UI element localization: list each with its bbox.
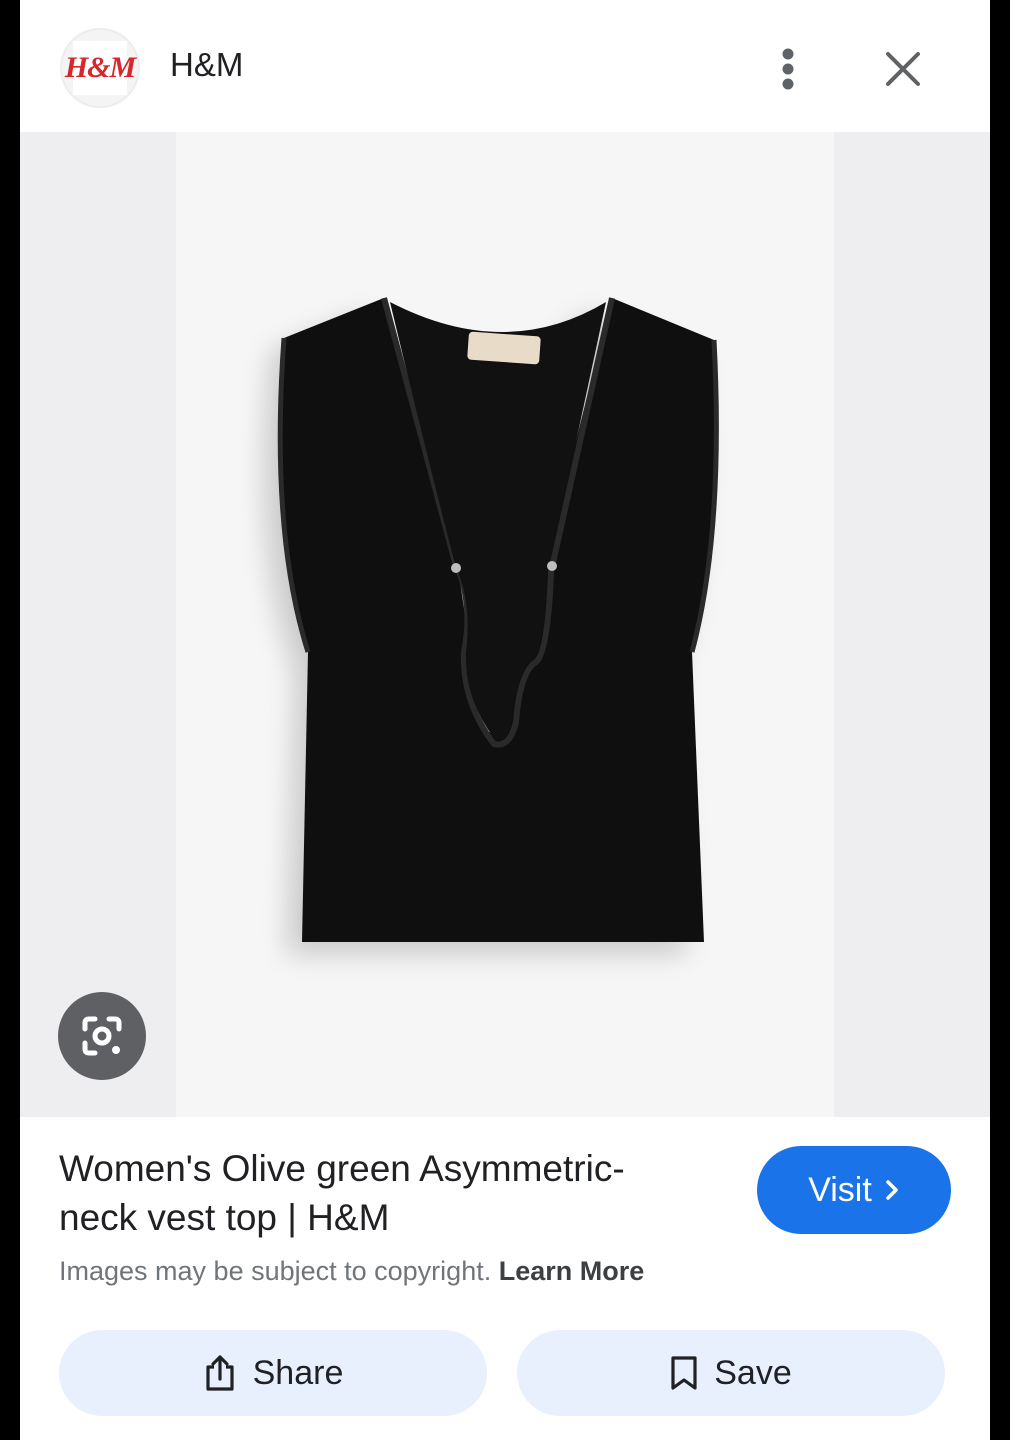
chevron-right-icon <box>886 1180 898 1200</box>
preview-header: H&M H&M <box>20 0 990 132</box>
site-name: H&M <box>170 46 244 83</box>
share-icon <box>206 1355 234 1391</box>
more-options-button[interactable] <box>768 44 808 94</box>
result-title[interactable]: Women's Olive green Asymmetric-neck vest… <box>59 1144 699 1242</box>
vest-top-image <box>264 297 719 954</box>
copyright-text: Images may be subject to copyright. <box>59 1256 492 1286</box>
close-button[interactable] <box>880 46 926 92</box>
more-vert-icon <box>782 48 794 90</box>
lens-search-icon <box>82 1016 122 1056</box>
visit-label: Visit <box>808 1170 872 1209</box>
google-lens-button[interactable] <box>58 992 146 1080</box>
product-image[interactable] <box>176 132 834 1117</box>
image-preview-sheet: H&M H&M Women's Olive green Asymmetric-n… <box>20 0 990 1440</box>
save-label: Save <box>714 1353 792 1392</box>
save-button[interactable]: Save <box>517 1330 945 1416</box>
close-icon <box>886 52 920 86</box>
bookmark-icon <box>671 1356 697 1390</box>
learn-more-link[interactable]: Learn More <box>499 1256 645 1286</box>
site-logo[interactable]: H&M <box>60 28 140 108</box>
image-area <box>20 132 990 1117</box>
share-label: Share <box>252 1353 344 1392</box>
visit-button[interactable]: Visit <box>757 1146 951 1234</box>
copyright-notice: Images may be subject to copyright. Lear… <box>59 1256 644 1287</box>
share-button[interactable]: Share <box>59 1330 487 1416</box>
hm-logo: H&M <box>65 41 136 95</box>
